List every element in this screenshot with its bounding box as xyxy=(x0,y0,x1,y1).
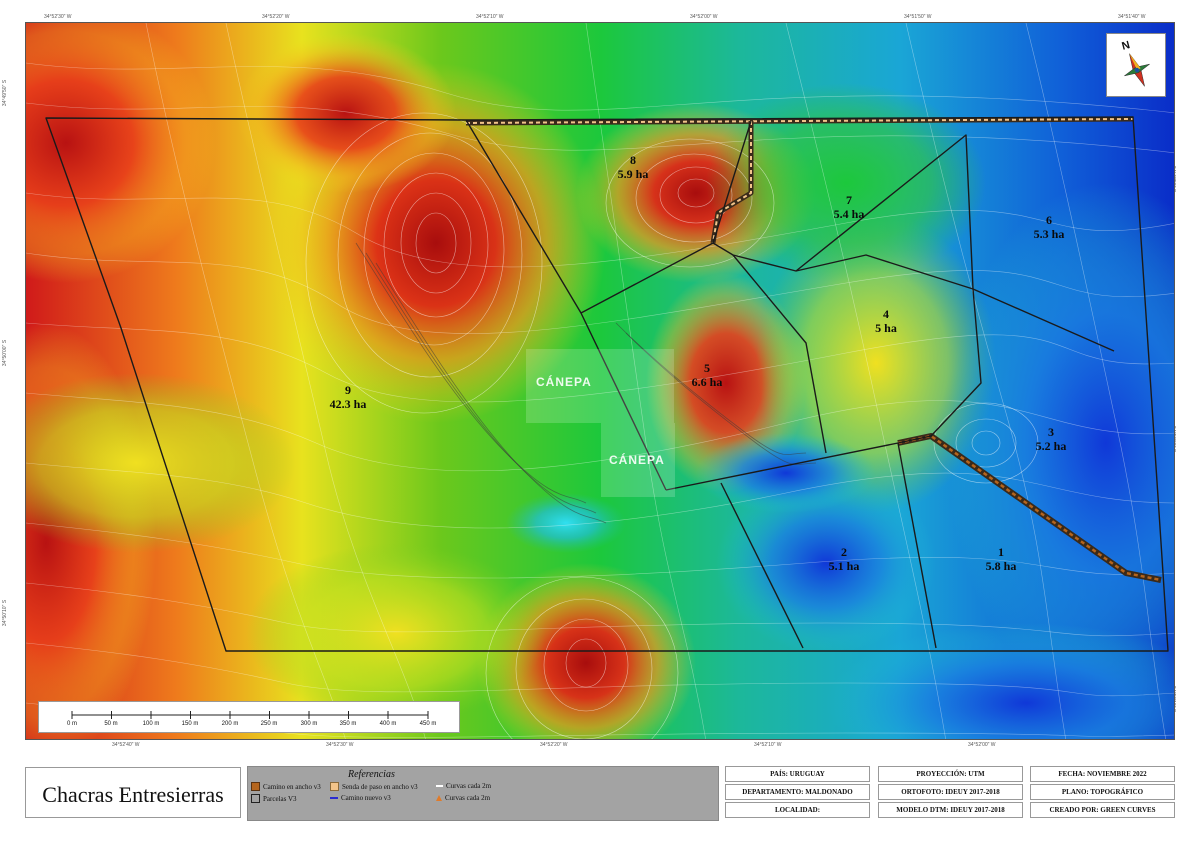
scale-label: 300 m xyxy=(300,721,318,727)
scale-label: 0 m xyxy=(66,721,78,727)
legend-title: Referencias xyxy=(348,769,395,780)
info-modelo-dtm: MODELO DTM: IDEUY 2017-2018 xyxy=(878,802,1023,818)
scale-label: 250 m xyxy=(260,721,278,727)
legend-item-camino-ancho: Camino en ancho v3 xyxy=(251,782,321,791)
parcel-4-label[interactable]: 45 ha xyxy=(875,307,897,335)
legend-item-parcelas: Parcelas V3 xyxy=(251,794,297,803)
legend-item-camino-nuevo: Camino nuevo v3 xyxy=(330,794,391,802)
scale-label: 450 m xyxy=(419,721,437,727)
watermark-text: CÁNEPA xyxy=(609,453,665,467)
watermark-top: CÁNEPA xyxy=(526,349,674,423)
coord-bottom-4: 34°52'10" W xyxy=(754,742,782,748)
scale-label: 350 m xyxy=(339,721,357,727)
legend-swatch xyxy=(251,794,260,803)
coord-bottom-5: 34°52'00" W xyxy=(968,742,996,748)
scale-label: 50 m xyxy=(104,721,118,727)
coord-left-2: 34°50'00" S xyxy=(2,339,9,367)
coord-top-3: 34°52'10" W xyxy=(476,14,504,20)
info-plano: PLANO: TOPOGRÁFICO xyxy=(1030,784,1175,800)
coord-top-4: 34°52'00" W xyxy=(690,14,718,20)
parcel-3-label[interactable]: 3 5.2 ha xyxy=(1036,425,1067,453)
coord-top-5: 34°51'50" W xyxy=(904,14,932,20)
coord-bottom-2: 34°52'30" W xyxy=(326,742,354,748)
legend-swatch xyxy=(330,782,339,791)
scale-label: 400 m xyxy=(379,721,397,727)
parcel-9-label[interactable]: 9 42.3 ha xyxy=(330,383,367,411)
scale-label: 100 m xyxy=(142,721,160,727)
coord-top-2: 34°52'20" W xyxy=(262,14,290,20)
compass-rose-icon xyxy=(1124,53,1150,87)
legend-item-senda-paso: Senda de paso en ancho v3 xyxy=(330,782,418,791)
coord-bottom-3: 34°52'20" W xyxy=(540,742,568,748)
info-fecha: FECHA: NOVIEMBRE 2022 xyxy=(1030,766,1175,782)
map-title: Chacras Entresierras xyxy=(42,782,224,807)
parcel-7-label[interactable]: 7 5.4 ha xyxy=(834,193,865,221)
scale-bar: 0 m 50 m 100 m 150 m 200 m 250 m 300 m 3… xyxy=(38,701,460,733)
legend-swatch xyxy=(330,797,338,799)
parcel-6-label[interactable]: 6 5.3 ha xyxy=(1034,213,1065,241)
watermark-bottom: CÁNEPA xyxy=(601,423,675,497)
watermark-text: CÁNEPA xyxy=(536,375,592,389)
info-ortofoto: ORTOFOTO: IDEUY 2017-2018 xyxy=(878,784,1023,800)
scale-label: 150 m xyxy=(181,721,199,727)
parcel-8-label[interactable]: 8 5.9 ha xyxy=(618,153,649,181)
info-proyeccion: PROYECCIÓN: UTM xyxy=(878,766,1023,782)
legend-item-curvas-blancas: Curvas cada 2m xyxy=(436,782,491,790)
coord-top-1: 34°52'30" W xyxy=(44,14,72,20)
info-departamento: DEPARTAMENTO: MALDONADO xyxy=(725,784,870,800)
parcel-2-label[interactable]: 2 5.1 ha xyxy=(829,545,860,573)
coord-bottom-1: 34°52'40" W xyxy=(112,742,140,748)
info-pais: PAÍS: URUGUAY xyxy=(725,766,870,782)
info-creado: CREADO POR: GREEN CURVES xyxy=(1030,802,1175,818)
legend-swatch xyxy=(436,785,443,787)
topographic-map[interactable]: CÁNEPA CÁNEPA 9 42.3 ha 8 5.9 ha 7 5.4 ha 6… xyxy=(25,22,1175,740)
scale-label: 200 m xyxy=(221,721,239,727)
info-localidad: LOCALIDAD: xyxy=(725,802,870,818)
parcel-5-label[interactable]: 5 6.6 ha xyxy=(692,361,723,389)
title-box: Chacras Entresierras xyxy=(25,767,241,818)
north-arrow: N xyxy=(1106,33,1166,97)
parcel-1-label[interactable]: 1 5.8 ha xyxy=(986,545,1017,573)
coord-left-1: 34°49'50" S xyxy=(2,79,9,107)
legend-item-curvas-naranjas: Curvas cada 2m xyxy=(436,794,490,802)
coord-left-3: 34°50'10" S xyxy=(2,599,9,627)
coord-top-6: 34°51'40" W xyxy=(1118,14,1146,20)
scale-bar-ruler xyxy=(71,711,429,719)
legend-swatch xyxy=(436,795,442,801)
legend: Referencias Camino en ancho v3 Senda de … xyxy=(247,766,719,821)
legend-swatch xyxy=(251,782,260,791)
